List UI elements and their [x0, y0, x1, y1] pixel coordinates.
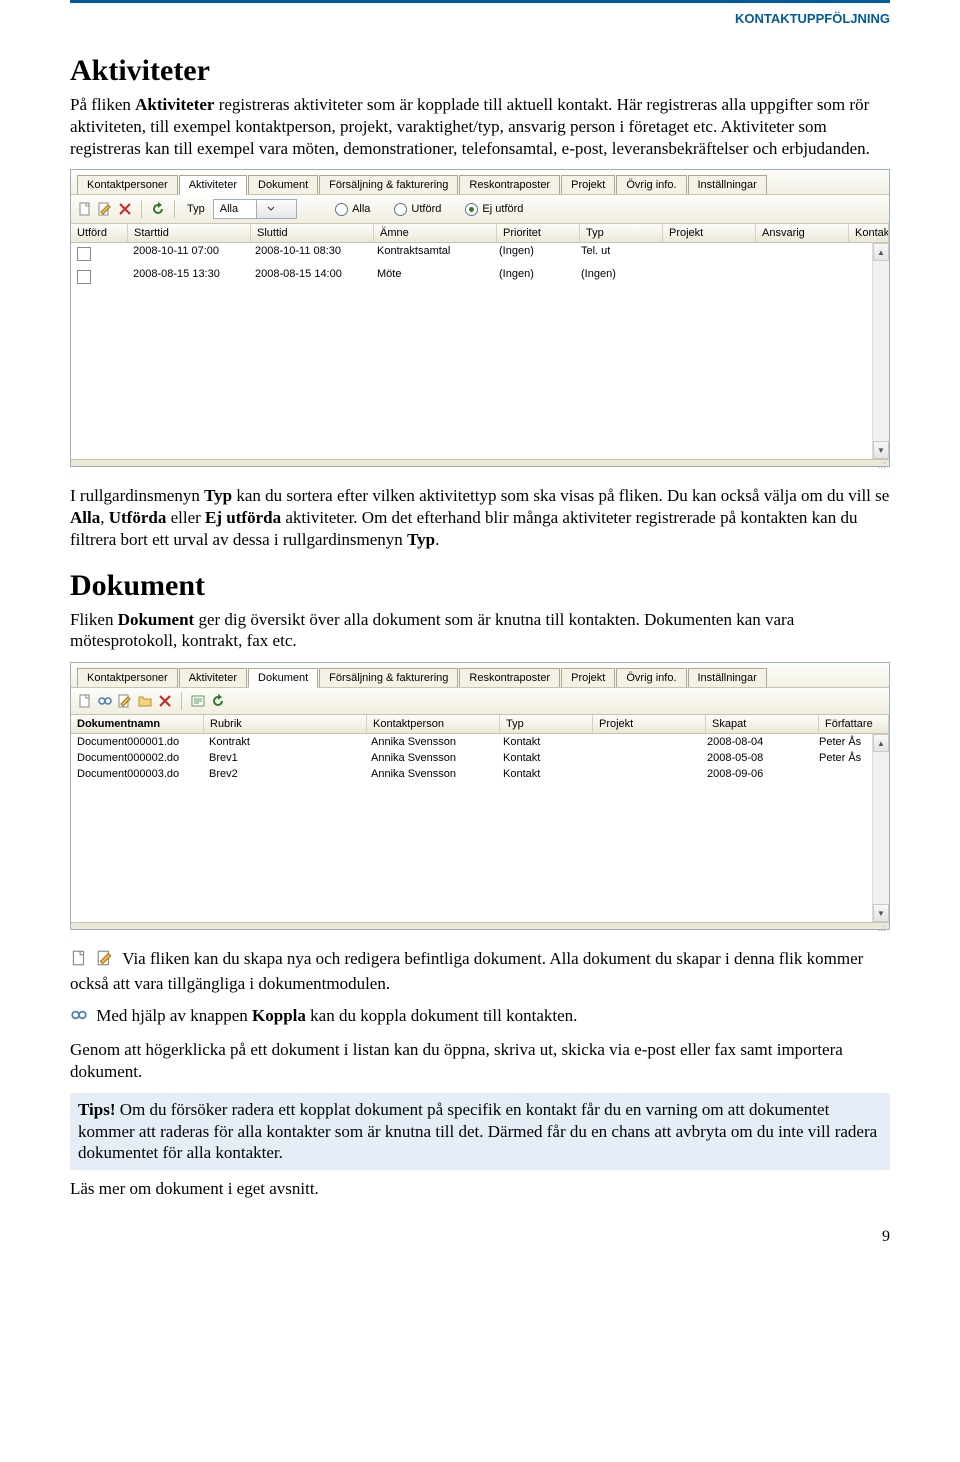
delete-icon[interactable]: [157, 693, 173, 709]
col-prioritet[interactable]: Prioritet: [497, 224, 580, 242]
tab-projekt[interactable]: Projekt: [561, 668, 615, 687]
documents-toolbar: [71, 688, 889, 715]
documents-grid: Document000001.do Kontrakt Annika Svenss…: [71, 734, 889, 922]
col-typ[interactable]: Typ: [500, 715, 593, 733]
link-doc-icon: [70, 1006, 88, 1030]
new-doc-icon: [70, 949, 88, 973]
scrollbar[interactable]: ▲ ▼: [872, 734, 889, 922]
para-aktiviteter-intro: På fliken Aktiviteter registreras aktivi…: [70, 94, 890, 159]
chevron-down-icon[interactable]: [256, 200, 296, 218]
open-folder-icon[interactable]: [137, 693, 153, 709]
scroll-down-icon[interactable]: ▼: [873, 441, 889, 459]
tab-forsaljning[interactable]: Försäljning & fakturering: [319, 175, 458, 194]
refresh-icon[interactable]: [150, 201, 166, 217]
tab-aktiviteter[interactable]: Aktiviteter: [179, 668, 247, 687]
tab-ovrig-info[interactable]: Övrig info.: [616, 175, 686, 194]
col-typ[interactable]: Typ: [580, 224, 663, 242]
edit-icon[interactable]: [117, 693, 133, 709]
scroll-down-icon[interactable]: ▼: [873, 904, 889, 922]
tab-kontaktpersoner[interactable]: Kontaktpersoner: [77, 668, 178, 687]
documents-header-row: Dokumentnamn Rubrik Kontaktperson Typ Pr…: [71, 715, 889, 734]
edit-doc-icon: [96, 949, 114, 973]
col-projekt[interactable]: Projekt: [593, 715, 706, 733]
col-sluttid[interactable]: Sluttid: [251, 224, 374, 242]
resize-grip-icon[interactable]: ..:: [71, 459, 889, 466]
col-dokumentnamn[interactable]: Dokumentnamn: [71, 715, 204, 733]
table-row[interactable]: Document000002.do Brev1 Annika Svensson …: [71, 750, 889, 766]
para-typ-filter: I rullgardinsmenyn Typ kan du sortera ef…: [70, 485, 890, 550]
para-hogerklicka: Genom att högerklicka på ett dokument i …: [70, 1039, 890, 1083]
tab-kontaktpersoner[interactable]: Kontaktpersoner: [77, 175, 178, 194]
checkbox-icon[interactable]: [77, 270, 91, 284]
radio-utford[interactable]: Utförd: [394, 203, 441, 216]
tab-dokument[interactable]: Dokument: [248, 175, 318, 194]
resize-grip-icon[interactable]: ..:: [71, 922, 889, 929]
para-koppla: Med hjälp av knappen Koppla kan du koppl…: [70, 1005, 890, 1030]
scrollbar[interactable]: ▲ ▼: [872, 243, 889, 459]
heading-aktiviteter: Aktiviteter: [70, 54, 890, 88]
col-skapat[interactable]: Skapat: [706, 715, 819, 733]
new-icon[interactable]: [77, 693, 93, 709]
col-kontaktperson[interactable]: Kontaktperson: [849, 224, 889, 242]
col-rubrik[interactable]: Rubrik: [204, 715, 367, 733]
para-dokument-intro: Fliken Dokument ger dig översikt över al…: [70, 609, 890, 653]
table-row[interactable]: Document000001.do Kontrakt Annika Svenss…: [71, 734, 889, 750]
header-section-label: KONTAKTUPPFÖLJNING: [70, 0, 890, 32]
para-via-fliken: Via fliken kan du skapa nya och redigera…: [70, 948, 890, 995]
col-projekt[interactable]: Projekt: [663, 224, 756, 242]
tab-reskontraposter[interactable]: Reskontraposter: [459, 668, 560, 687]
scroll-up-icon[interactable]: ▲: [873, 243, 889, 261]
tab-dokument[interactable]: Dokument: [248, 668, 318, 688]
tip-box: Tips! Om du försöker radera ett kopplat …: [70, 1093, 890, 1170]
activities-header-row: Utförd Starttid Sluttid Ämne Prioritet T…: [71, 224, 889, 243]
col-amne[interactable]: Ämne: [374, 224, 497, 242]
activities-tabrow: Kontaktpersoner Aktiviteter Dokument För…: [71, 170, 889, 195]
link-icon[interactable]: [97, 693, 113, 709]
checkbox-icon[interactable]: [77, 247, 91, 261]
table-row[interactable]: 2008-10-11 07:00 2008-10-11 08:30 Kontra…: [71, 243, 889, 266]
col-kontaktperson[interactable]: Kontaktperson: [367, 715, 500, 733]
export-icon[interactable]: [190, 693, 206, 709]
tab-aktiviteter[interactable]: Aktiviteter: [179, 175, 247, 195]
typ-label: Typ: [183, 203, 209, 215]
tab-reskontraposter[interactable]: Reskontraposter: [459, 175, 560, 194]
activities-panel: Kontaktpersoner Aktiviteter Dokument För…: [70, 169, 890, 467]
radio-ej-utford[interactable]: Ej utförd: [465, 203, 523, 216]
tab-installningar[interactable]: Inställningar: [688, 175, 767, 194]
documents-tabrow: Kontaktpersoner Aktiviteter Dokument För…: [71, 663, 889, 688]
tab-installningar[interactable]: Inställningar: [688, 668, 767, 687]
delete-icon[interactable]: [117, 201, 133, 217]
heading-dokument: Dokument: [70, 569, 890, 603]
documents-panel: Kontaktpersoner Aktiviteter Dokument För…: [70, 662, 890, 930]
page-number: 9: [70, 1228, 890, 1246]
new-icon[interactable]: [77, 201, 93, 217]
tab-ovrig-info[interactable]: Övrig info.: [616, 668, 686, 687]
para-las-mer: Läs mer om dokument i eget avsnitt.: [70, 1178, 890, 1200]
table-row[interactable]: Document000003.do Brev2 Annika Svensson …: [71, 766, 889, 782]
col-ansvarig[interactable]: Ansvarig: [756, 224, 849, 242]
edit-icon[interactable]: [97, 201, 113, 217]
radio-alla[interactable]: Alla: [335, 203, 370, 216]
col-starttid[interactable]: Starttid: [128, 224, 251, 242]
col-utford[interactable]: Utförd: [71, 224, 128, 242]
tab-projekt[interactable]: Projekt: [561, 175, 615, 194]
activities-grid: 2008-10-11 07:00 2008-10-11 08:30 Kontra…: [71, 243, 889, 459]
scroll-up-icon[interactable]: ▲: [873, 734, 889, 752]
table-row[interactable]: 2008-08-15 13:30 2008-08-15 14:00 Möte (…: [71, 266, 889, 289]
tab-forsaljning[interactable]: Försäljning & fakturering: [319, 668, 458, 687]
typ-combo[interactable]: Alla: [213, 199, 297, 219]
refresh-icon[interactable]: [210, 693, 226, 709]
col-forfattare[interactable]: Författare: [819, 715, 889, 733]
activities-toolbar: Typ Alla Alla Utförd Ej utförd: [71, 195, 889, 224]
